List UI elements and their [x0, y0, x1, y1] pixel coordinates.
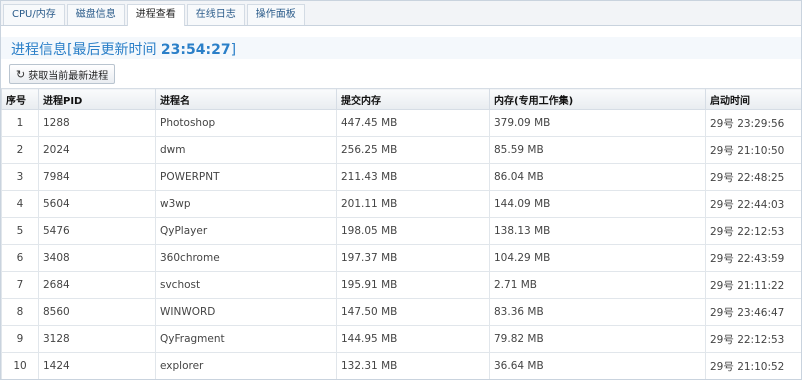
- tab-operation-panel[interactable]: 操作面板: [246, 4, 305, 25]
- cell-index: 10: [1, 352, 39, 379]
- cell-start-time: 29号 22:48:25: [705, 163, 801, 191]
- cell-private-working-set: 2.71 MB: [489, 271, 706, 299]
- cell-start-time: 29号 22:12:53: [705, 217, 801, 245]
- table-row[interactable]: 5 5476 QyPlayer 198.05 MB 138.13 MB 29号 …: [1, 217, 801, 245]
- cell-process-name: POWERPNT: [155, 163, 337, 191]
- tab-process-view[interactable]: 进程查看: [126, 4, 185, 26]
- column-header-process-name[interactable]: 进程名: [155, 88, 337, 110]
- cell-private-working-set: 144.09 MB: [489, 190, 706, 218]
- cell-committed-memory: 201.11 MB: [336, 190, 490, 218]
- table-row[interactable]: 7 2684 svchost 195.91 MB 2.71 MB 29号 21:…: [1, 271, 801, 299]
- cell-pid: 3408: [38, 244, 156, 272]
- cell-pid: 5604: [38, 190, 156, 218]
- cell-index: 1: [1, 109, 39, 137]
- cell-private-working-set: 104.29 MB: [489, 244, 706, 272]
- cell-private-working-set: 36.64 MB: [489, 352, 706, 379]
- cell-pid: 5476: [38, 217, 156, 245]
- table-row[interactable]: 1 1288 Photoshop 447.45 MB 379.09 MB 29号…: [1, 109, 801, 137]
- table-row[interactable]: 9 3128 QyFragment 144.95 MB 79.82 MB 29号…: [1, 325, 801, 353]
- cell-private-working-set: 85.59 MB: [489, 136, 706, 164]
- process-table: 序号 进程PID 进程名 提交内存 内存(专用工作集) 启动时间 1 1288 …: [1, 88, 801, 379]
- cell-committed-memory: 195.91 MB: [336, 271, 490, 299]
- cell-process-name: svchost: [155, 271, 337, 299]
- cell-process-name: QyPlayer: [155, 217, 337, 245]
- cell-index: 5: [1, 217, 39, 245]
- cell-process-name: explorer: [155, 352, 337, 379]
- cell-process-name: WINWORD: [155, 298, 337, 326]
- cell-pid: 2684: [38, 271, 156, 299]
- cell-private-working-set: 79.82 MB: [489, 325, 706, 353]
- cell-committed-memory: 147.50 MB: [336, 298, 490, 326]
- refresh-button-label: 获取当前最新进程: [28, 70, 109, 82]
- refresh-icon: ↻: [16, 67, 26, 81]
- cell-pid: 2024: [38, 136, 156, 164]
- tab-disk-info[interactable]: 磁盘信息: [66, 4, 125, 25]
- cell-index: 9: [1, 325, 39, 353]
- title-suffix: ]: [230, 42, 237, 58]
- cell-process-name: w3wp: [155, 190, 337, 218]
- cell-process-name: dwm: [155, 136, 337, 164]
- table-row[interactable]: 8 8560 WINWORD 147.50 MB 83.36 MB 29号 23…: [1, 298, 801, 326]
- cell-index: 2: [1, 136, 39, 164]
- table-row[interactable]: 4 5604 w3wp 201.11 MB 144.09 MB 29号 22:4…: [1, 190, 801, 218]
- tab-online-log[interactable]: 在线日志: [186, 4, 245, 25]
- cell-committed-memory: 197.37 MB: [336, 244, 490, 272]
- cell-process-name: 360chrome: [155, 244, 337, 272]
- cell-pid: 3128: [38, 325, 156, 353]
- cell-committed-memory: 211.43 MB: [336, 163, 490, 191]
- cell-committed-memory: 256.25 MB: [336, 136, 490, 164]
- cell-pid: 1288: [38, 109, 156, 137]
- cell-start-time: 29号 22:43:59: [705, 244, 801, 272]
- cell-private-working-set: 83.36 MB: [489, 298, 706, 326]
- column-header-pid[interactable]: 进程PID: [38, 88, 156, 110]
- cell-index: 7: [1, 271, 39, 299]
- cell-index: 6: [1, 244, 39, 272]
- cell-pid: 1424: [38, 352, 156, 379]
- cell-pid: 8560: [38, 298, 156, 326]
- table-header-row: 序号 进程PID 进程名 提交内存 内存(专用工作集) 启动时间: [1, 88, 801, 110]
- cell-committed-memory: 132.31 MB: [336, 352, 490, 379]
- cell-start-time: 29号 22:44:03: [705, 190, 801, 218]
- cell-start-time: 29号 23:29:56: [705, 109, 801, 137]
- cell-committed-memory: 198.05 MB: [336, 217, 490, 245]
- table-row[interactable]: 10 1424 explorer 132.31 MB 36.64 MB 29号 …: [1, 352, 801, 379]
- cell-start-time: 29号 21:11:22: [705, 271, 801, 299]
- process-viewer-window: CPU/内存 磁盘信息 进程查看 在线日志 操作面板 进程信息[最后更新时间 2…: [0, 0, 802, 380]
- cell-index: 4: [1, 190, 39, 218]
- column-header-private-working-set[interactable]: 内存(专用工作集): [489, 88, 706, 110]
- table-row[interactable]: 6 3408 360chrome 197.37 MB 104.29 MB 29号…: [1, 244, 801, 272]
- cell-process-name: QyFragment: [155, 325, 337, 353]
- table-row[interactable]: 3 7984 POWERPNT 211.43 MB 86.04 MB 29号 2…: [1, 163, 801, 191]
- refresh-processes-button[interactable]: ↻ 获取当前最新进程: [9, 64, 116, 84]
- cell-private-working-set: 86.04 MB: [489, 163, 706, 191]
- cell-private-working-set: 379.09 MB: [489, 109, 706, 137]
- page-title: 进程信息[最后更新时间 23:54:27]: [11, 39, 236, 59]
- cell-pid: 7984: [38, 163, 156, 191]
- tab-cpu-memory[interactable]: CPU/内存: [3, 4, 65, 25]
- cell-start-time: 29号 23:46:47: [705, 298, 801, 326]
- cell-process-name: Photoshop: [155, 109, 337, 137]
- column-header-committed-memory[interactable]: 提交内存: [336, 88, 490, 110]
- cell-index: 3: [1, 163, 39, 191]
- tab-bar: CPU/内存 磁盘信息 进程查看 在线日志 操作面板: [1, 1, 801, 26]
- cell-start-time: 29号 21:10:52: [705, 352, 801, 379]
- cell-start-time: 29号 22:12:53: [705, 325, 801, 353]
- cell-start-time: 29号 21:10:50: [705, 136, 801, 164]
- column-header-start-time[interactable]: 启动时间: [705, 88, 801, 110]
- cell-committed-memory: 447.45 MB: [336, 109, 490, 137]
- cell-private-working-set: 138.13 MB: [489, 217, 706, 245]
- cell-committed-memory: 144.95 MB: [336, 325, 490, 353]
- title-prefix: 进程信息[最后更新时间: [11, 42, 161, 58]
- cell-index: 8: [1, 298, 39, 326]
- column-header-index[interactable]: 序号: [1, 88, 39, 110]
- table-row[interactable]: 2 2024 dwm 256.25 MB 85.59 MB 29号 21:10:…: [1, 136, 801, 164]
- last-update-time: 23:54:27: [160, 42, 231, 58]
